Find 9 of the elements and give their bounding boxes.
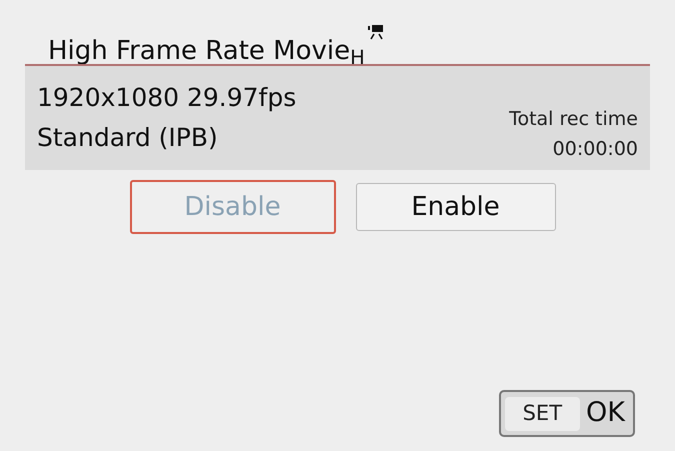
option-button[interactable]: Enable [356,183,556,231]
compression-text: Standard (IPB) [37,122,219,154]
set-key-label: SET [504,396,580,430]
ok-button[interactable]: SET OK [498,390,635,437]
ok-label: OK [586,396,625,430]
resolution-text: 1920x1080 29.97fps [37,82,296,114]
rec-time-value: 00:00:00 [552,137,638,162]
rec-time-label: Total rec time [509,107,638,132]
screen-title: High Frame Rate Movie$_{H}$ [48,38,365,64]
